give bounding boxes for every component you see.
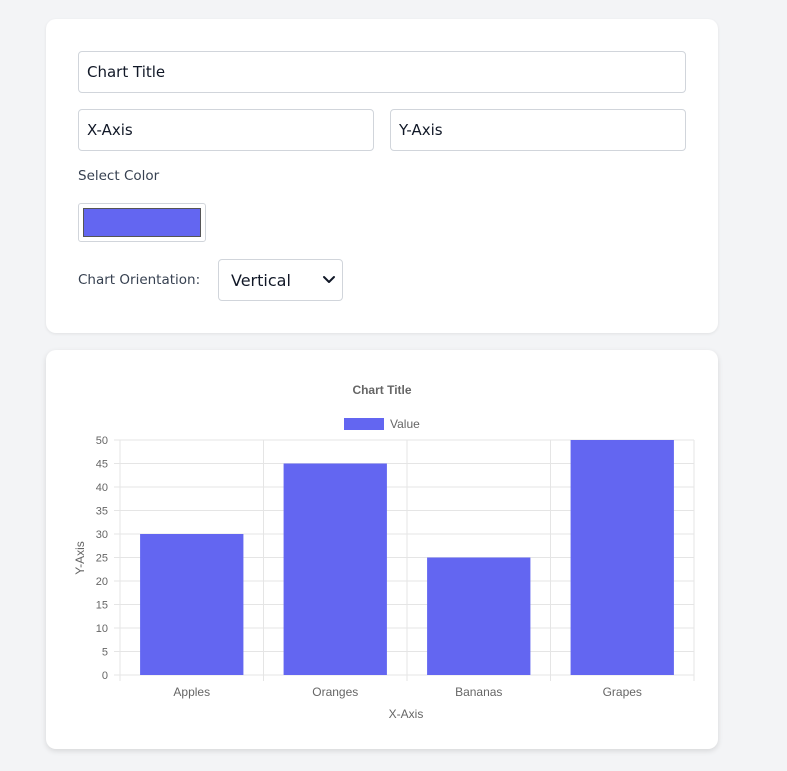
y-axis-label-input[interactable] [390,109,686,151]
y-axis-title: Y-Axis [73,541,87,575]
chart-orientation-value: Vertical [231,271,291,290]
x-axis-title: X-Axis [389,707,424,721]
x-tick-label: Oranges [312,685,358,699]
y-tick-label: 0 [102,670,108,682]
bar-bananas[interactable] [427,557,531,676]
y-tick-label: 40 [96,482,108,494]
chart-orientation-select[interactable]: Vertical [218,259,343,301]
x-tick-label: Apples [173,685,210,699]
legend-swatch [344,418,384,430]
chart-panel: Chart Title Value 0 5 10 15 20 25 30 35 40 45 50 Ap… [46,350,718,749]
x-axis-label-input[interactable] [78,109,374,151]
legend-label: Value [390,417,420,431]
y-tick-label: 15 [96,600,108,612]
y-tick-label: 20 [96,576,108,588]
chart-title: Chart Title [352,383,411,397]
chart-legend: Value [344,417,420,431]
bar-chart: Chart Title Value 0 5 10 15 20 25 30 35 40 45 50 Ap… [73,383,695,721]
chevron-down-icon [323,276,335,283]
color-swatch [83,208,201,237]
chart-orientation-label: Chart Orientation: [78,272,201,288]
y-tick-label: 50 [96,435,108,447]
y-tick-label: 5 [102,647,108,659]
y-tick-label: 10 [96,623,108,635]
color-picker[interactable] [78,203,206,242]
select-color-label: Select Color [78,168,160,184]
y-tick-label: 35 [96,506,108,518]
bar-oranges[interactable] [283,463,387,676]
bar-apples[interactable] [140,534,244,675]
y-tick-label: 25 [96,553,108,565]
y-tick-label: 30 [96,529,108,541]
x-tick-label: Grapes [603,685,642,699]
x-tick-label: Bananas [455,685,502,699]
y-tick-label: 45 [96,459,108,471]
bar-grapes[interactable] [570,440,674,675]
chart-title-input[interactable] [78,51,686,93]
chart-settings-panel: Select Color Chart Orientation: Vertical [46,19,718,333]
